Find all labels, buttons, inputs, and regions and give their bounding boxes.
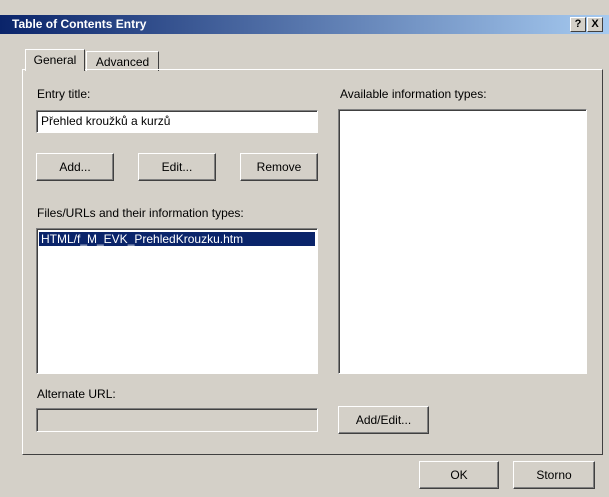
add-edit-url-button-label: Add/Edit... <box>355 413 412 427</box>
close-button[interactable]: X <box>587 17 603 32</box>
edit-button-label: Edit... <box>161 160 193 174</box>
cancel-button[interactable]: Storno <box>513 461 595 489</box>
tab-advanced-label: Advanced <box>95 55 150 69</box>
remove-button-label: Remove <box>256 160 302 174</box>
ok-button[interactable]: OK <box>419 461 499 489</box>
entry-title-label: Entry title: <box>37 87 91 101</box>
add-edit-url-button[interactable]: Add/Edit... <box>338 406 429 434</box>
table-of-contents-entry-dialog: Table of Contents Entry ? X General Adva… <box>0 0 609 497</box>
tab-general[interactable]: General <box>25 49 85 71</box>
remove-button[interactable]: Remove <box>240 153 318 181</box>
file-list-item[interactable]: HTML/f_M_EVK_PrehledKrouzku.htm <box>39 232 315 246</box>
help-button[interactable]: ? <box>570 17 586 32</box>
add-button[interactable]: Add... <box>36 153 114 181</box>
dialog-title: Table of Contents Entry <box>12 17 147 31</box>
title-bar[interactable]: Table of Contents Entry ? X <box>0 15 609 34</box>
entry-title-value: Přehled kroužků a kurzů <box>41 114 171 128</box>
files-list[interactable]: HTML/f_M_EVK_PrehledKrouzku.htm <box>36 228 318 374</box>
cancel-button-label: Storno <box>536 468 572 482</box>
alternate-url-input[interactable] <box>36 408 318 432</box>
tab-general-label: General <box>33 53 77 67</box>
available-types-list[interactable] <box>338 109 587 374</box>
files-label: Files/URLs and their information types: <box>37 206 244 220</box>
tab-advanced[interactable]: Advanced <box>86 51 159 71</box>
edit-button[interactable]: Edit... <box>138 153 216 181</box>
alternate-url-label: Alternate URL: <box>37 387 116 401</box>
available-types-label: Available information types: <box>340 87 487 101</box>
ok-button-label: OK <box>450 468 468 482</box>
add-button-label: Add... <box>59 160 91 174</box>
entry-title-input[interactable]: Přehled kroužků a kurzů <box>36 110 318 133</box>
